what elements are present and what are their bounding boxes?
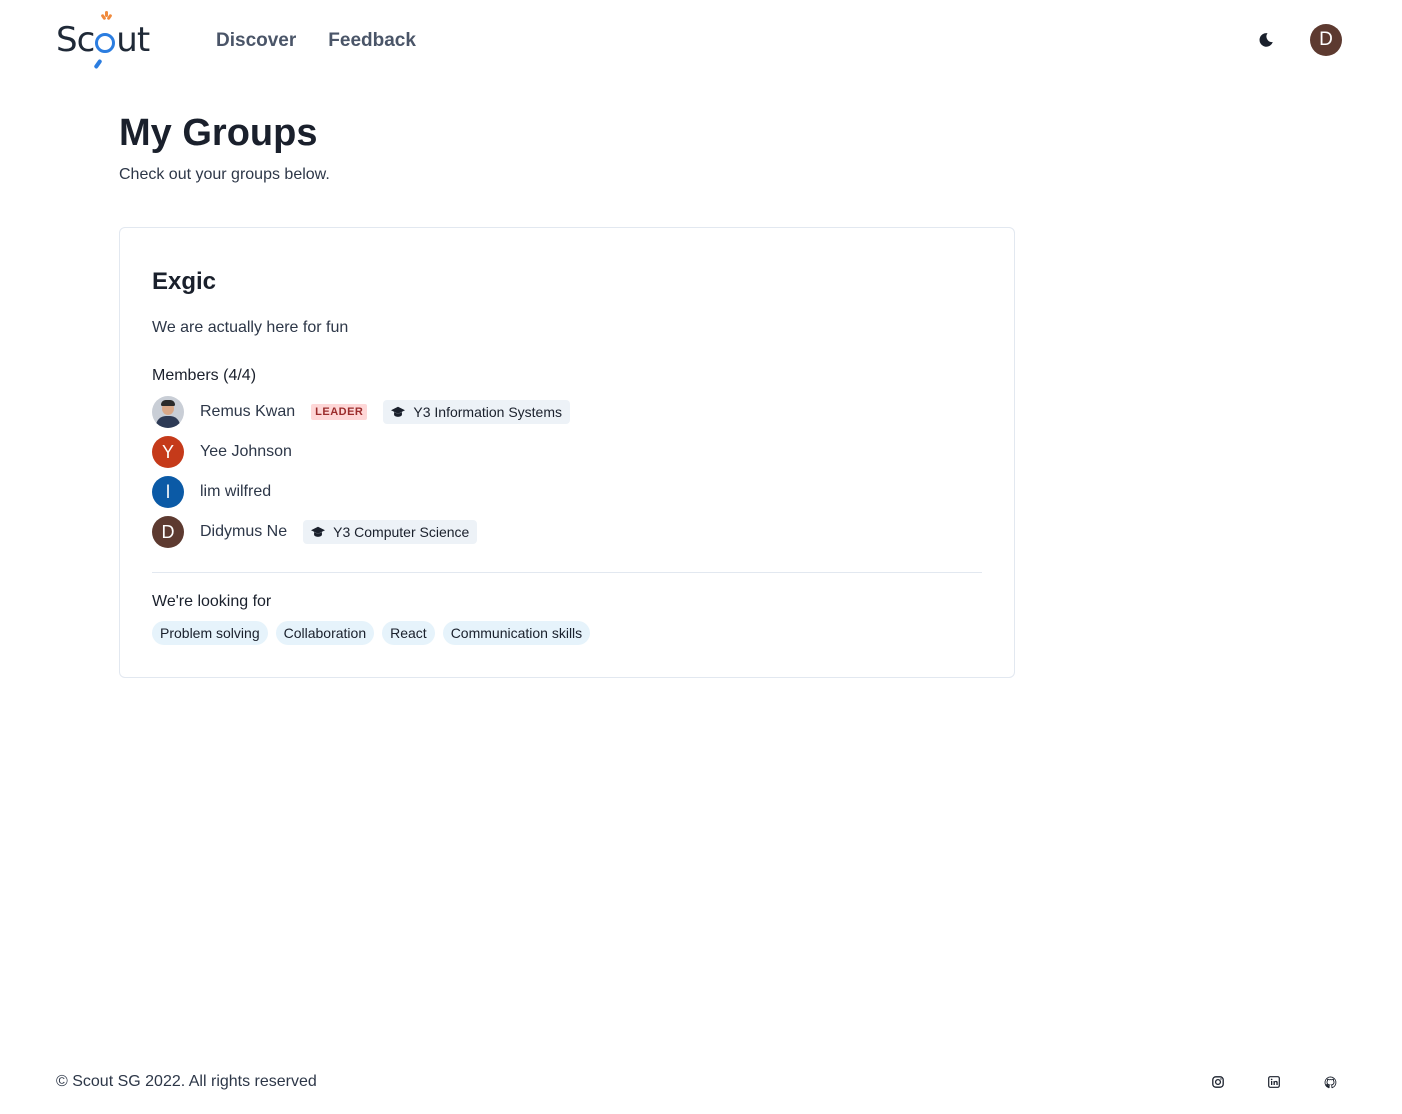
nav-discover-link[interactable]: Discover	[216, 30, 296, 52]
page-subtitle: Check out your groups below.	[119, 166, 330, 183]
member-avatar[interactable]: l	[152, 476, 184, 508]
member-avatar[interactable]: Y	[152, 436, 184, 468]
skill-tag: Collaboration	[275, 621, 375, 645]
member-name: lim wilfred	[200, 483, 272, 500]
linkedin-icon[interactable]	[1266, 1074, 1282, 1090]
member-avatar[interactable]: D	[152, 516, 184, 548]
main-nav: Discover Feedback	[216, 30, 416, 52]
graduation-cap-icon	[391, 406, 406, 417]
leader-badge: LEADER	[311, 404, 368, 420]
course-label: Y3 Computer Science	[333, 524, 470, 540]
card-divider	[152, 572, 982, 573]
instagram-icon[interactable]	[1210, 1074, 1226, 1090]
group-description: We are actually here for fun	[152, 319, 349, 336]
group-name: Exgic	[152, 268, 217, 295]
group-card: Exgic We are actually here for fun Membe…	[119, 227, 1015, 678]
top-navbar: Sc ut Discover Feedback D	[0, 0, 1402, 80]
member-row: Y Yee Johnson	[152, 436, 292, 468]
looking-for-heading: We're looking for	[152, 593, 272, 610]
member-name: Yee Johnson	[200, 443, 292, 460]
skills-tag-list: Problem solving Collaboration React Comm…	[152, 621, 591, 645]
scout-logo[interactable]: Sc ut	[56, 11, 150, 70]
graduation-cap-icon	[311, 526, 326, 537]
member-row: Remus Kwan LEADER Y3 Information Systems	[152, 396, 571, 428]
members-heading: Members (4/4)	[152, 367, 257, 384]
logo-text-end: ut	[116, 20, 150, 60]
member-row: l lim wilfred	[152, 476, 271, 508]
course-tag: Y3 Information Systems	[383, 400, 571, 424]
course-label: Y3 Information Systems	[413, 404, 563, 420]
member-row: D Didymus Ne Y3 Computer Science	[152, 516, 478, 548]
dark-mode-toggle-moon-icon[interactable]	[1254, 28, 1278, 52]
nav-feedback-link[interactable]: Feedback	[328, 30, 416, 52]
page-title: My Groups	[119, 112, 318, 154]
member-name: Remus Kwan	[200, 403, 296, 420]
member-name: Didymus Ne	[200, 523, 288, 540]
member-avatar-photo[interactable]	[152, 396, 184, 428]
course-tag: Y3 Computer Science	[303, 520, 478, 544]
skill-tag: Communication skills	[442, 621, 591, 645]
github-icon[interactable]	[1322, 1074, 1338, 1090]
logo-magnifier-icon	[93, 11, 116, 70]
skill-tag: Problem solving	[152, 621, 268, 645]
skill-tag: React	[382, 621, 435, 645]
logo-text-start: Sc	[56, 20, 95, 60]
footer-copyright: © Scout SG 2022. All rights reserved	[56, 1073, 317, 1090]
user-avatar-menu[interactable]: D	[1310, 24, 1342, 56]
